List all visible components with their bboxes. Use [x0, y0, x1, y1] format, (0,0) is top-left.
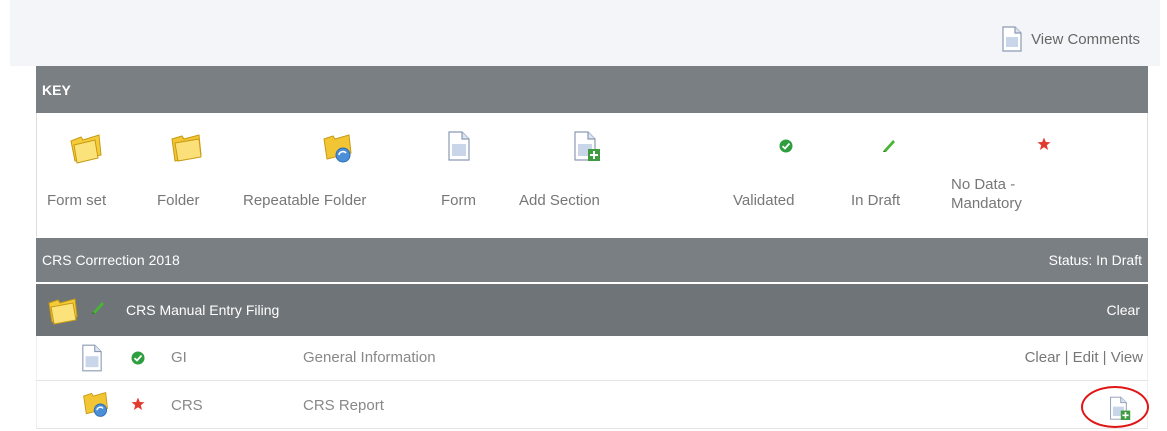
filing-name: CRS Manual Entry Filing — [126, 302, 280, 318]
item-description: General Information — [303, 349, 436, 366]
key-item-no-data-mandatory: No Data - Mandatory — [951, 113, 1081, 237]
in-draft-icon — [883, 140, 895, 152]
filing-row[interactable]: CRS Manual Entry Filing Clear — [36, 284, 1148, 336]
key-label-add-section: Add Section — [519, 192, 600, 209]
document-icon — [1002, 26, 1022, 52]
no-data-mandatory-icon — [131, 397, 145, 410]
item-code: GI — [171, 349, 187, 366]
add-section-icon[interactable] — [1109, 396, 1131, 422]
key-label-folder: Folder — [157, 192, 200, 209]
repeatable-folder-icon — [323, 134, 352, 163]
clear-link[interactable]: Clear — [1107, 302, 1140, 318]
key-label-in-draft: In Draft — [851, 192, 901, 209]
folder-icon — [171, 134, 202, 162]
return-title: CRS Corrrection 2018 — [42, 252, 180, 268]
validated-icon — [131, 351, 145, 365]
key-label-repeatable-folder: Repeatable Folder — [243, 192, 367, 209]
key-header: KEY — [36, 66, 1148, 113]
key-title: KEY — [42, 82, 71, 98]
form-set-icon — [70, 134, 102, 164]
view-comments-link[interactable]: View Comments — [1001, 26, 1140, 52]
view-comments-label: View Comments — [1031, 30, 1140, 48]
return-header: CRS Corrrection 2018 Status: In Draft — [36, 238, 1148, 282]
add-section-icon — [574, 131, 600, 161]
view-link[interactable]: View — [1111, 349, 1143, 366]
no-data-mandatory-icon — [1037, 137, 1051, 150]
in-draft-icon — [92, 302, 104, 314]
list-item[interactable]: CRS CRS Report — [36, 381, 1148, 429]
repeatable-folder-icon — [83, 391, 108, 417]
key-label-form-set: Form set — [47, 192, 107, 209]
key-label-validated: Validated — [733, 192, 795, 209]
edit-link[interactable]: Edit — [1073, 349, 1099, 366]
item-code: CRS — [171, 397, 203, 414]
key-label-no-data-mandatory: No Data - Mandatory — [951, 176, 1022, 212]
form-icon — [82, 344, 102, 372]
clear-link[interactable]: Clear — [1025, 349, 1061, 366]
validated-icon — [779, 139, 793, 153]
top-toolbar: View Comments — [10, 0, 1160, 66]
key-label-form: Form — [441, 192, 476, 209]
return-status: Status: In Draft — [1048, 252, 1142, 268]
form-icon — [448, 131, 470, 161]
add-section-highlight — [1081, 386, 1149, 428]
key-legend: Form set Folder Repeatable Folder Form A… — [36, 113, 1148, 237]
form-set-icon — [48, 298, 78, 325]
row-actions: Clear | Edit | View — [1024, 349, 1143, 366]
item-description: CRS Report — [303, 397, 384, 414]
list-item[interactable]: GI General Information Clear | Edit | Vi… — [36, 336, 1148, 381]
